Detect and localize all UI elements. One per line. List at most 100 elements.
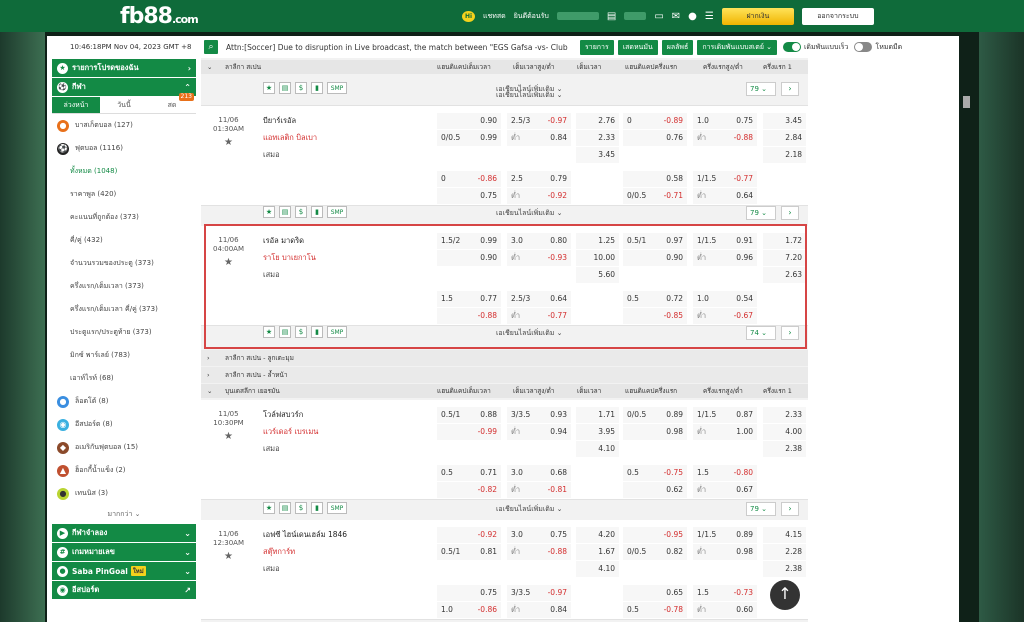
- dollar-icon[interactable]: $: [295, 82, 307, 94]
- odds-cell[interactable]: 2.76: [576, 113, 619, 129]
- chat-label[interactable]: แชทสด: [483, 11, 506, 22]
- away-team[interactable]: แวร์เดอร์ เบรเมน: [263, 423, 318, 440]
- number-game-section[interactable]: # เกมหมายเลข ⌄: [52, 543, 196, 561]
- settings-icon[interactable]: ☰: [705, 11, 714, 22]
- odds-cell[interactable]: ต่ำ 0.94: [507, 424, 571, 440]
- odds-cell[interactable]: 1.25: [576, 233, 619, 249]
- odds-cell[interactable]: 0/0.5 -0.71: [623, 188, 687, 204]
- odds-cell[interactable]: 2.5/3 0.64: [507, 291, 571, 307]
- odds-cell[interactable]: ต่ำ 0.84: [507, 602, 571, 618]
- odds-cell[interactable]: 1.72: [763, 233, 806, 249]
- favorite-star-icon[interactable]: ★: [263, 502, 275, 514]
- market-count[interactable]: 79 ⌄: [746, 82, 776, 96]
- stats-icon[interactable]: ▮: [311, 326, 323, 338]
- odds-cell[interactable]: 7.20: [763, 250, 806, 266]
- scrollbar-thumb[interactable]: [963, 96, 970, 108]
- odds-cell[interactable]: -0.82: [437, 482, 501, 498]
- odds-cell[interactable]: 1.5/2 0.99: [437, 233, 501, 249]
- odds-cell[interactable]: ต่ำ -0.88: [693, 130, 757, 146]
- odds-cell[interactable]: 0.76: [623, 130, 687, 146]
- odds-cell[interactable]: 0.75: [437, 585, 501, 601]
- odds-cell[interactable]: 2.63: [763, 267, 806, 283]
- odds-cell[interactable]: ต่ำ -0.93: [507, 250, 571, 266]
- scroll-to-top-button[interactable]: ↑: [770, 580, 800, 610]
- sub-correct-score[interactable]: คะแนนที่ถูกต้อง (373): [47, 206, 201, 229]
- list-button[interactable]: รายการ: [580, 39, 614, 55]
- wallet-icon[interactable]: ▤: [607, 11, 616, 22]
- sport-basketball[interactable]: ● บาสเก็ตบอล (127): [47, 114, 201, 137]
- odds-cell[interactable]: 2.33: [763, 407, 806, 423]
- odds-cell[interactable]: ต่ำ 0.67: [693, 482, 757, 498]
- stats-icon[interactable]: ▮: [311, 82, 323, 94]
- pingoal-section[interactable]: ● Saba PinGoal ใหม่ ⌄: [52, 562, 196, 580]
- odds-cell[interactable]: 5.60: [576, 267, 619, 283]
- odds-cell[interactable]: 2.18: [763, 147, 806, 163]
- sub-first-last-goal[interactable]: ประตูแรก/ประตูท้าย (373): [47, 321, 201, 344]
- home-team[interactable]: เอฟซี ไฮน์เดนเฮล์ม 1846: [263, 526, 347, 543]
- odds-cell[interactable]: 1.0 0.75: [693, 113, 757, 129]
- star-icon[interactable]: ★: [201, 432, 256, 442]
- odds-cell[interactable]: 3/3.5 -0.97: [507, 585, 571, 601]
- parlay-button[interactable]: เสดหนมัน: [617, 39, 658, 55]
- odds-cell[interactable]: 1.67: [576, 544, 619, 560]
- odds-cell[interactable]: ต่ำ -0.88: [507, 544, 571, 560]
- search-icon[interactable]: ⌕: [204, 40, 218, 54]
- user-icon[interactable]: ●: [688, 11, 697, 22]
- quick-bet-toggle[interactable]: [783, 42, 802, 52]
- logout-button[interactable]: ออกจากระบบ: [801, 7, 874, 25]
- sport-football[interactable]: ⚽ ฟุตบอล (1116): [47, 137, 201, 160]
- odds-cell[interactable]: 3.0 0.68: [507, 465, 571, 481]
- odds-cell[interactable]: ต่ำ -0.81: [507, 482, 571, 498]
- odds-cell[interactable]: 1/1.5 0.89: [693, 527, 757, 543]
- odds-cell[interactable]: 4.00: [763, 424, 806, 440]
- more-sports-link[interactable]: มากกว่า ⌄: [47, 505, 201, 523]
- home-team[interactable]: เรอัล มาดริด: [263, 232, 316, 249]
- odds-cell[interactable]: 1.5 -0.73: [693, 585, 757, 601]
- smp-button[interactable]: SMP: [327, 326, 347, 338]
- odds-cell[interactable]: 0.65: [623, 585, 687, 601]
- results-button[interactable]: ผลลัพธ์: [661, 39, 694, 55]
- odds-cell[interactable]: 0.5 -0.78: [623, 602, 687, 618]
- esports-section[interactable]: ◉ อีสปอร์ต ↗: [52, 581, 196, 599]
- odds-cell[interactable]: 0.5/1 0.81: [437, 544, 501, 560]
- odds-cell[interactable]: 0.5/1 0.88: [437, 407, 501, 423]
- odds-cell[interactable]: 0 -0.86: [437, 171, 501, 187]
- smp-button[interactable]: SMP: [327, 502, 347, 514]
- dark-mode-toggle[interactable]: [854, 42, 873, 52]
- home-team[interactable]: บียาร์เรอัล: [263, 112, 317, 129]
- odds-cell[interactable]: 0.90: [623, 250, 687, 266]
- odds-cell[interactable]: 0/0.5 0.89: [623, 407, 687, 423]
- stats-icon[interactable]: ▮: [311, 502, 323, 514]
- odds-cell[interactable]: ต่ำ 1.00: [693, 424, 757, 440]
- odds-cell[interactable]: -0.85: [623, 308, 687, 324]
- odds-cell[interactable]: ต่ำ -0.92: [507, 188, 571, 204]
- odds-cell[interactable]: 4.15: [763, 527, 806, 543]
- virtual-sports-section[interactable]: ▶ กีฬาจำลอง ⌄: [52, 524, 196, 542]
- odds-cell[interactable]: 2.33: [576, 130, 619, 146]
- sub-total-goals[interactable]: จำนวนรวมของประตู (373): [47, 252, 201, 275]
- favorite-star-icon[interactable]: ★: [263, 82, 275, 94]
- odds-cell[interactable]: 0.58: [623, 171, 687, 187]
- odds-cell[interactable]: 0/0.5 0.82: [623, 544, 687, 560]
- odds-cell[interactable]: 4.20: [576, 527, 619, 543]
- odds-cell[interactable]: 0.75: [437, 188, 501, 204]
- odds-cell[interactable]: 3.0 0.75: [507, 527, 571, 543]
- dollar-icon[interactable]: $: [295, 326, 307, 338]
- odds-cell[interactable]: 2.84: [763, 130, 806, 146]
- odds-cell[interactable]: 1/1.5 -0.77: [693, 171, 757, 187]
- market-count[interactable]: 74 ⌄: [746, 326, 776, 340]
- odds-cell[interactable]: 1.5 0.77: [437, 291, 501, 307]
- odds-cell[interactable]: 3.45: [576, 147, 619, 163]
- odds-cell[interactable]: 2.5 0.79: [507, 171, 571, 187]
- chat-icon[interactable]: Hi: [462, 10, 475, 22]
- collapsed-league[interactable]: › ลาลีกา สเปน - ลูกเตะมุม: [201, 350, 808, 366]
- odds-cell[interactable]: 0.5 -0.75: [623, 465, 687, 481]
- odds-cell[interactable]: 0.90: [437, 250, 501, 266]
- away-team[interactable]: สตุ๊ทการ์ท: [263, 543, 347, 560]
- odds-cell[interactable]: -0.99: [437, 424, 501, 440]
- next-button[interactable]: ›: [781, 326, 799, 340]
- odds-cell[interactable]: -0.88: [437, 308, 501, 324]
- odds-cell[interactable]: 2.38: [763, 441, 806, 457]
- tab-early[interactable]: ล่วงหน้า: [52, 97, 100, 113]
- league-header[interactable]: ⌄ บุนเดสลีกา เยอรมัน แฮนดิแคปเต็มเวลา เต็มเ…: [201, 384, 808, 398]
